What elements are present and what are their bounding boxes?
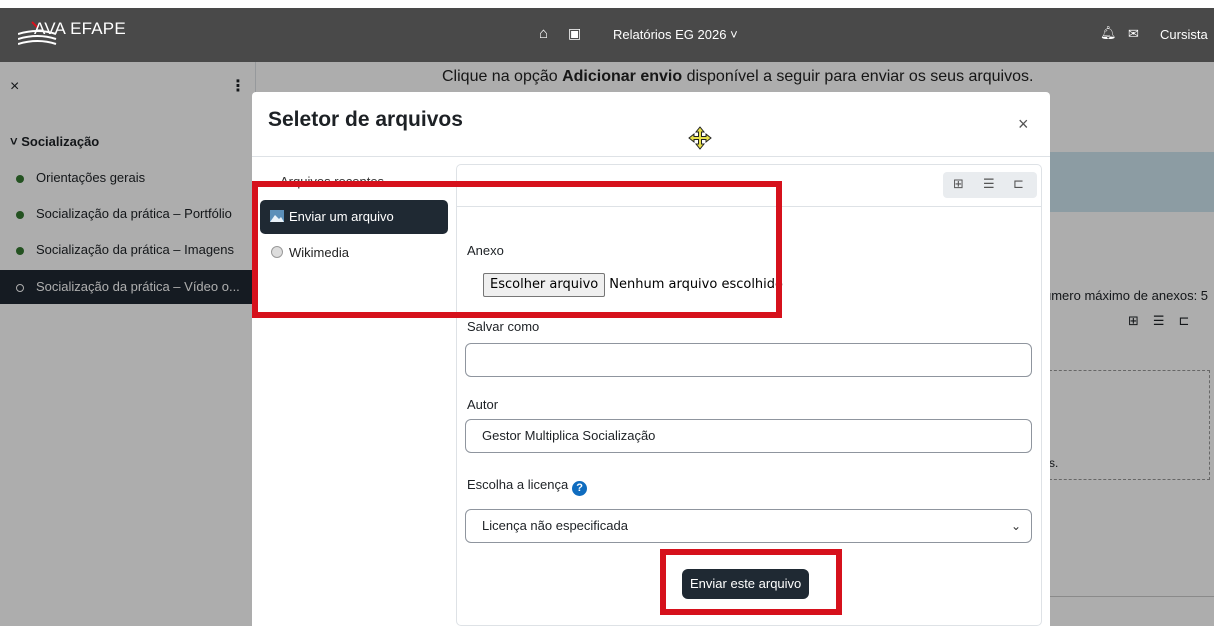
file-picker-dialog: Seletor de arquivos × Arquivos recentes … — [252, 92, 1050, 626]
dialog-title: Seletor de arquivos — [268, 108, 463, 131]
move-cursor-icon — [688, 126, 712, 150]
license-select[interactable]: Licença não especificada ⌄ — [465, 509, 1032, 543]
reports-menu[interactable]: Relatórios EG 2026 ˅ — [613, 27, 738, 42]
highlight-box-upload — [252, 181, 782, 318]
site-name[interactable]: AVA EFAPE — [34, 19, 126, 39]
author-label: Autor — [467, 397, 499, 412]
home-icon[interactable]: ⌂ — [539, 25, 548, 42]
tree-view-icon[interactable]: ⊏ — [1013, 176, 1024, 192]
license-label: Escolha a licença? — [467, 477, 588, 496]
license-selected-value: Licença não especificada — [482, 518, 628, 533]
highlight-box-submit — [660, 549, 842, 615]
save-as-label: Salvar como — [467, 319, 540, 334]
dialog-header-divider — [252, 156, 1050, 157]
icons-view-icon[interactable]: ⊞ — [953, 176, 964, 192]
notifications-icon[interactable]: 🔔︎ — [1100, 25, 1117, 41]
list-view-icon[interactable]: ☰ — [983, 176, 995, 192]
calendar-icon[interactable]: ▣ — [568, 25, 581, 42]
messages-icon[interactable]: ✉ — [1128, 26, 1139, 42]
user-menu[interactable]: Cursista — [1160, 27, 1208, 42]
top-navbar: AVA EFAPE ⌂ ▣ Relatórios EG 2026 ˅ 🔔︎ ✉ … — [0, 8, 1214, 62]
chevron-down-icon: ⌄ — [1010, 519, 1021, 533]
save-as-input[interactable] — [465, 343, 1032, 377]
view-switcher: ⊞ ☰ ⊏ — [943, 172, 1037, 198]
help-icon[interactable]: ? — [572, 481, 588, 496]
author-input[interactable]: Gestor Multiplica Socialização — [465, 419, 1032, 453]
close-dialog-icon[interactable]: × — [1018, 114, 1029, 135]
